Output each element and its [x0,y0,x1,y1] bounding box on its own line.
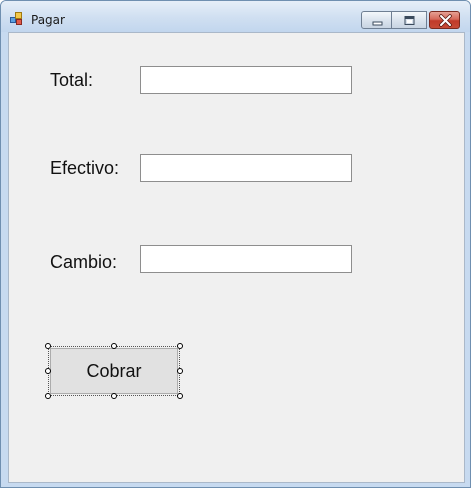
app-form-icon [10,12,24,26]
form-client-area: Total: Efectivo: Cambio: Cobrar [8,32,465,483]
window-title: Pagar [31,13,65,27]
minimize-button[interactable] [361,11,392,29]
maximize-button[interactable] [392,11,427,29]
cobrar-button[interactable]: Cobrar [50,348,178,394]
efectivo-input[interactable] [140,154,352,182]
resize-handle-bottom[interactable] [111,393,117,399]
resize-handle-left[interactable] [45,368,51,374]
resize-handle-bottom-right[interactable] [177,393,183,399]
resize-handle-top-left[interactable] [45,343,51,349]
form-window: Pagar Total: Efectivo: Cambio: Cobrar [0,0,471,488]
resize-handle-bottom-left[interactable] [45,393,51,399]
resize-handle-top-right[interactable] [177,343,183,349]
total-input[interactable] [140,66,352,94]
cambio-input[interactable] [140,245,352,273]
close-button[interactable] [429,11,460,29]
efectivo-label: Efectivo: [50,158,120,178]
maximize-icon [404,16,415,25]
close-icon [439,14,452,27]
resize-handle-right[interactable] [177,368,183,374]
resize-handle-top[interactable] [111,343,117,349]
title-bar[interactable]: Pagar [1,1,470,32]
cambio-label: Cambio: [50,252,118,272]
total-label: Total: [50,70,94,90]
minimize-icon [372,21,383,26]
